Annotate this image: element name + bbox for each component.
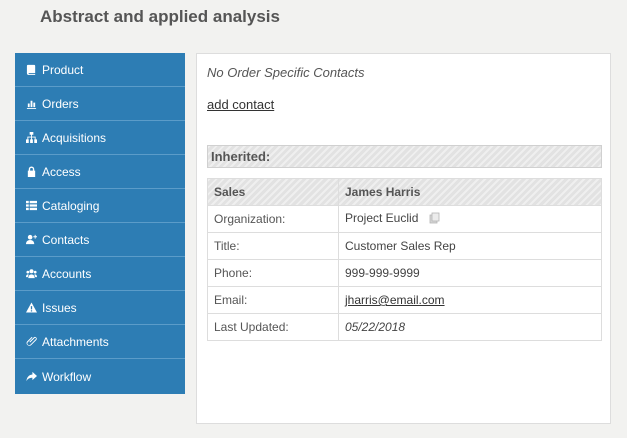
sidebar-nav: Product Orders Acquisitions Access Catal… bbox=[15, 53, 185, 394]
book-icon bbox=[25, 64, 37, 76]
sidebar-item-product[interactable]: Product bbox=[15, 53, 185, 87]
contact-header-row: Sales James Harris bbox=[207, 178, 602, 206]
table-row: Organization: Project Euclid bbox=[207, 205, 602, 233]
paperclip-icon bbox=[25, 336, 37, 348]
sidebar-item-label: Workflow bbox=[42, 369, 92, 384]
warning-icon bbox=[25, 302, 37, 314]
organization-cell: Project Euclid bbox=[338, 205, 602, 233]
last-updated-value: 05/22/2018 bbox=[338, 313, 602, 341]
table-row: Email: jharris@email.com bbox=[207, 286, 602, 314]
sidebar-item-label: Contacts bbox=[42, 232, 90, 247]
contacts-panel: No Order Specific Contacts add contact I… bbox=[196, 53, 611, 424]
add-user-icon bbox=[25, 234, 37, 246]
row-label: Phone: bbox=[207, 259, 339, 287]
email-link[interactable]: jharris@email.com bbox=[345, 293, 445, 307]
inherited-header: Inherited: bbox=[207, 145, 602, 168]
organization-value: Project Euclid bbox=[345, 211, 419, 226]
sidebar-item-label: Access bbox=[42, 164, 81, 179]
sidebar-item-label: Orders bbox=[42, 96, 79, 111]
row-label: Organization: bbox=[207, 205, 339, 233]
table-row: Last Updated: 05/22/2018 bbox=[207, 313, 602, 341]
sidebar-item-label: Issues bbox=[42, 300, 77, 315]
sidebar-item-accounts[interactable]: Accounts bbox=[15, 257, 185, 291]
phone-value: 999-999-9999 bbox=[338, 259, 602, 287]
sidebar-item-orders[interactable]: Orders bbox=[15, 87, 185, 121]
sidebar-item-label: Cataloging bbox=[42, 198, 100, 213]
page-title: Abstract and applied analysis bbox=[40, 7, 280, 26]
sidebar-item-contacts[interactable]: Contacts bbox=[15, 223, 185, 257]
share-arrow-icon bbox=[25, 371, 37, 383]
sidebar-item-access[interactable]: Access bbox=[15, 155, 185, 189]
lock-icon bbox=[25, 166, 37, 178]
sidebar-item-label: Product bbox=[42, 62, 84, 77]
title-value: Customer Sales Rep bbox=[338, 232, 602, 260]
organization-link-icon[interactable] bbox=[428, 212, 440, 227]
sidebar-item-label: Acquisitions bbox=[42, 130, 107, 145]
add-contact-link[interactable]: add contact bbox=[207, 97, 274, 112]
sitemap-icon bbox=[25, 132, 37, 144]
sidebar-item-cataloging[interactable]: Cataloging bbox=[15, 189, 185, 223]
row-label: Email: bbox=[207, 286, 339, 314]
bar-chart-icon bbox=[25, 98, 37, 110]
no-contacts-message: No Order Specific Contacts bbox=[207, 65, 365, 80]
email-cell: jharris@email.com bbox=[338, 286, 602, 314]
contact-table: Sales James Harris Organization: Project… bbox=[207, 178, 602, 341]
sidebar-item-issues[interactable]: Issues bbox=[15, 291, 185, 325]
table-row: Title: Customer Sales Rep bbox=[207, 232, 602, 260]
table-row: Phone: 999-999-9999 bbox=[207, 259, 602, 287]
contact-type: Sales bbox=[207, 178, 339, 206]
list-icon bbox=[25, 200, 37, 212]
sidebar-item-acquisitions[interactable]: Acquisitions bbox=[15, 121, 185, 155]
sidebar-item-label: Attachments bbox=[42, 334, 109, 349]
row-label: Last Updated: bbox=[207, 313, 339, 341]
row-label: Title: bbox=[207, 232, 339, 260]
sidebar-item-attachments[interactable]: Attachments bbox=[15, 325, 185, 359]
users-icon bbox=[25, 268, 37, 280]
sidebar-item-workflow[interactable]: Workflow bbox=[15, 359, 185, 394]
sidebar-item-label: Accounts bbox=[42, 266, 92, 281]
contact-name: James Harris bbox=[338, 178, 602, 206]
